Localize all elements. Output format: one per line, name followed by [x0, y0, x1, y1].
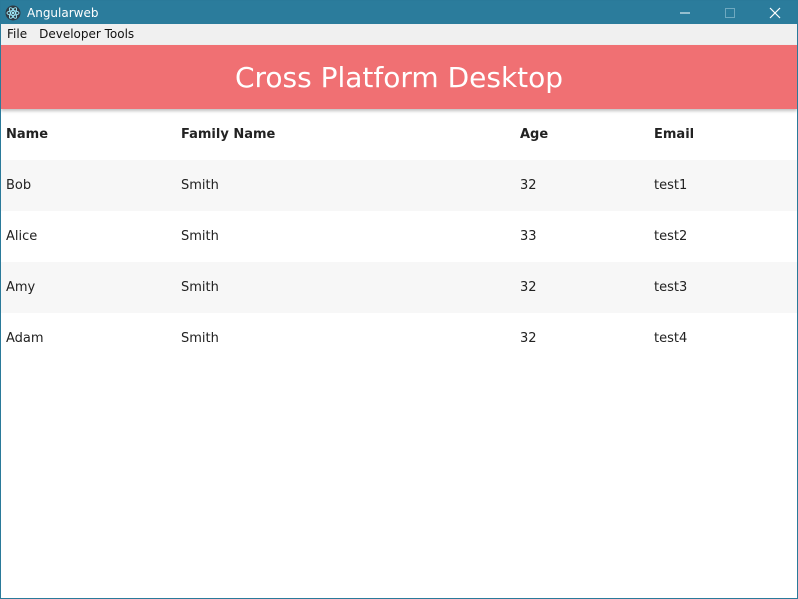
page-header: Cross Platform Desktop: [1, 45, 797, 109]
table-row: Amy Smith 32 test3: [1, 262, 797, 313]
close-icon: [769, 7, 780, 18]
cell-email: test4: [654, 331, 688, 346]
cell-email: test3: [654, 280, 688, 295]
users-table: Name Family Name Age Email Bob Smith 32 …: [1, 109, 797, 364]
table-header-row: Name Family Name Age Email: [1, 109, 797, 160]
minimize-button[interactable]: [662, 1, 707, 24]
maximize-icon: [724, 7, 735, 18]
cell-family-name: Smith: [181, 178, 219, 193]
cell-family-name: Smith: [181, 280, 219, 295]
cell-name: Bob: [6, 178, 32, 193]
cell-email: test2: [654, 229, 688, 244]
cell-age: 33: [520, 229, 537, 244]
column-header-age: Age: [520, 127, 549, 142]
menu-bar: File Developer Tools: [1, 24, 797, 45]
column-header-email: Email: [654, 127, 695, 142]
table-row: Bob Smith 32 test1: [1, 160, 797, 211]
minimize-icon: [679, 12, 690, 13]
cell-name: Adam: [6, 331, 44, 346]
menu-file[interactable]: File: [1, 24, 33, 45]
column-header-name: Name: [6, 127, 49, 142]
cell-family-name: Smith: [181, 229, 219, 244]
cell-age: 32: [520, 178, 537, 193]
cell-name: Alice: [6, 229, 38, 244]
app-window: Angularweb File Developer Tools Cross Pl…: [0, 0, 798, 599]
table-row: Alice Smith 33 test2: [1, 211, 797, 262]
title-bar[interactable]: Angularweb: [1, 1, 797, 24]
page-title: Cross Platform Desktop: [234, 60, 564, 94]
cell-age: 32: [520, 280, 537, 295]
maximize-button[interactable]: [707, 1, 752, 24]
column-header-family-name: Family Name: [181, 127, 276, 142]
window-title: Angularweb: [27, 5, 99, 20]
menu-developer-tools[interactable]: Developer Tools: [33, 24, 140, 45]
table-row: Adam Smith 32 test4: [1, 313, 797, 364]
electron-app-icon: [5, 5, 21, 21]
cell-age: 32: [520, 331, 537, 346]
cell-family-name: Smith: [181, 331, 219, 346]
cell-name: Amy: [6, 280, 36, 295]
cell-email: test1: [654, 178, 688, 193]
close-button[interactable]: [752, 1, 797, 24]
